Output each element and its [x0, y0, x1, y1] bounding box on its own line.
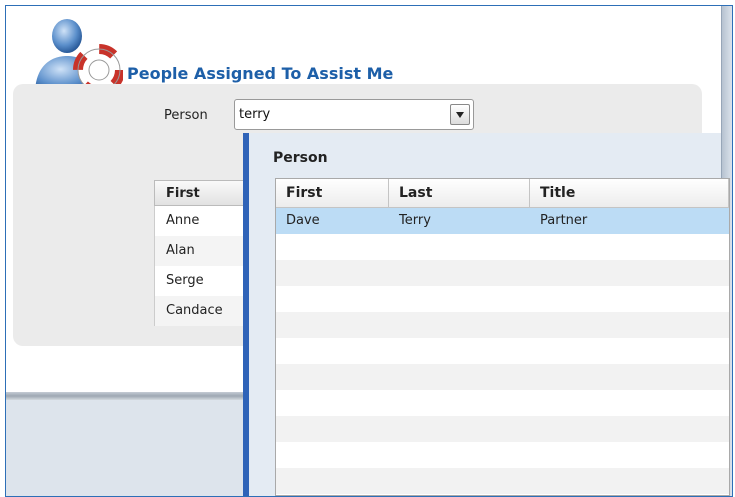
empty-row — [276, 416, 729, 442]
column-header-first[interactable]: First — [276, 179, 389, 207]
application-window: People Assigned To Assist Me Person terr… — [5, 5, 733, 497]
empty-row — [276, 338, 729, 364]
table-row[interactable]: Anne — [154, 206, 250, 236]
splitter[interactable] — [6, 392, 246, 400]
empty-row — [276, 390, 729, 416]
empty-row — [276, 468, 729, 494]
popup-title: Person — [273, 150, 328, 166]
empty-row — [276, 442, 729, 468]
column-header-first[interactable]: First — [154, 180, 250, 206]
empty-row — [276, 234, 729, 260]
assistants-table: First Anne Alan Serge Candace — [154, 180, 250, 326]
person-lookup-popup: Person First Last Title Dave Terry Partn… — [243, 133, 730, 496]
table-row[interactable]: Serge — [154, 266, 250, 296]
person-results-grid: First Last Title Dave Terry Partner — [275, 178, 730, 496]
empty-row — [276, 312, 729, 338]
table-row[interactable]: Candace — [154, 296, 250, 326]
page-title: People Assigned To Assist Me — [127, 64, 394, 83]
lower-pane — [6, 400, 246, 496]
column-header-last[interactable]: Last — [389, 179, 530, 207]
dropdown-button[interactable] — [450, 104, 470, 125]
empty-row — [276, 260, 729, 286]
grid-header: First Last Title — [276, 179, 729, 208]
person-combobox[interactable]: terry — [234, 99, 474, 130]
cell-last: Terry — [399, 213, 431, 228]
grid-row-selected[interactable]: Dave Terry Partner — [276, 208, 729, 234]
empty-row — [276, 286, 729, 312]
empty-row — [276, 494, 729, 495]
table-row[interactable]: Alan — [154, 236, 250, 266]
chevron-down-icon — [456, 111, 464, 118]
cell-first: Dave — [286, 213, 320, 228]
person-input-value[interactable]: terry — [239, 107, 270, 122]
cell-title: Partner — [540, 213, 588, 228]
column-header-title[interactable]: Title — [530, 179, 729, 207]
empty-row — [276, 364, 729, 390]
person-field-label: Person — [164, 108, 208, 123]
